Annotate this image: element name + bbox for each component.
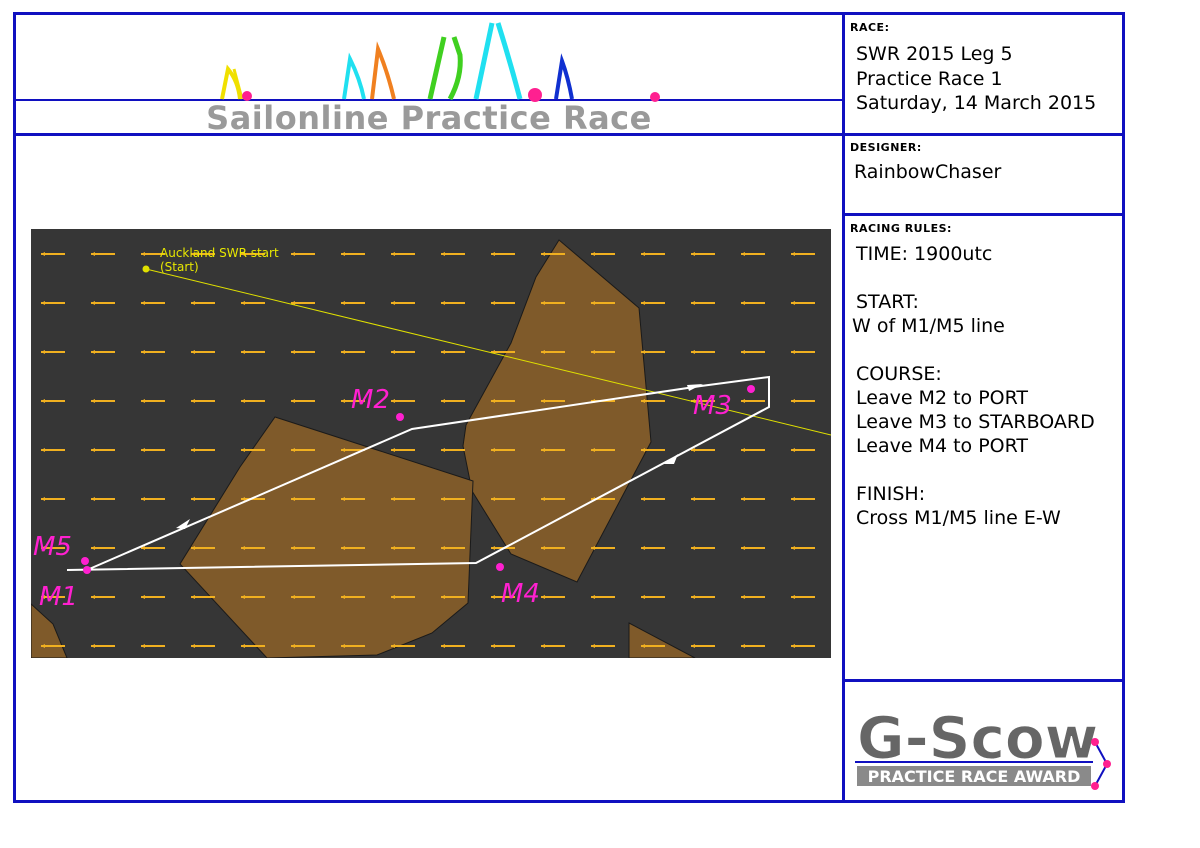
mark-m1-label: M1 [39,582,78,612]
mark-m4-label: M4 [501,579,540,609]
designer-label: DESIGNER: [850,141,922,154]
rules-course-3: Leave M4 to PORT [856,435,1029,457]
designer-box-divider [842,213,1125,216]
mark-m2-dot [396,413,404,421]
header-title: Sailonline Practice Race [206,99,652,137]
rules-course-heading: COURSE: [856,363,942,385]
course-map: Auckland SWR start (Start) M1 M2 M3 M4 M5 [30,229,832,659]
designer-name: RainbowChaser [854,161,1002,183]
mark-m5-dot [81,557,89,565]
mark-m1-dot [83,566,91,574]
race-box-divider [842,133,1125,136]
race-practice: Practice Race 1 [856,68,1003,90]
start-label: Auckland SWR start [160,246,279,260]
rules-course-2: Leave M3 to STARBOARD [856,411,1095,433]
rules-start-heading: START: [856,291,919,313]
header-banner: Sailonline Practice Race [16,15,842,137]
g-scow-logo: G-Scow PRACTICE RACE AWARD [855,704,1111,790]
race-date: Saturday, 14 March 2015 [856,92,1097,114]
rules-finish-heading: FINISH: [856,483,926,505]
rules-time: TIME: 1900utc [856,243,993,265]
start-sub-label: (Start) [160,260,199,274]
rules-course-1: Leave M2 to PORT [856,387,1029,409]
rules-start-text: W of M1/M5 line [852,315,1005,337]
start-point [142,265,150,273]
mark-m3-label: M3 [693,391,732,421]
rules-finish-text: Cross M1/M5 line E-W [856,507,1061,529]
award-badge: G-Scow PRACTICE RACE AWARD [845,682,1122,800]
rules-label: RACING RULES: [850,222,952,235]
mark-m3-dot [747,385,755,393]
mark-m5-label: M5 [33,532,72,562]
race-label: RACE: [850,21,890,34]
mark-m4-dot [496,563,504,571]
race-name: SWR 2015 Leg 5 [856,43,1013,65]
award-subtitle: PRACTICE RACE AWARD [868,767,1081,786]
course-map-svg: Auckland SWR start (Start) M1 M2 M3 M4 M5 [30,229,832,659]
mark-m2-label: M2 [351,385,390,415]
